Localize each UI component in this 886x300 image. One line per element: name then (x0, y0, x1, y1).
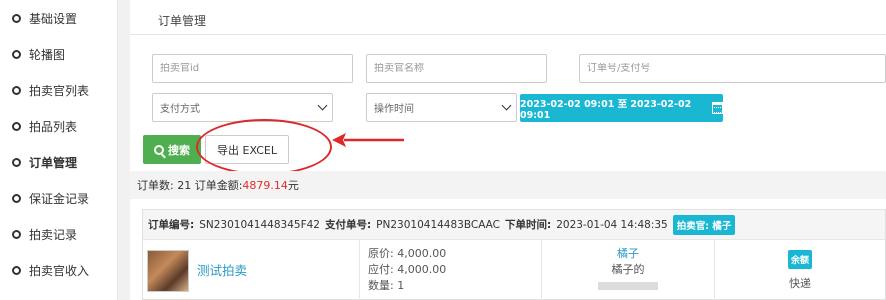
order-summary: 订单数: 21 订单金额: 4879.14 元 (130, 171, 886, 199)
date-range-button[interactable]: 2023-02-02 09:01 至 2023-02-02 09:01 (520, 94, 723, 122)
op-time-select[interactable]: 操作时间 (366, 93, 517, 122)
original-price: 原价: 4,000.00 (368, 247, 447, 260)
auctioneer-badge: 拍卖官: 橘子 (672, 214, 736, 235)
page-title: 订单管理 (158, 14, 207, 28)
main-panel: 订单管理 支付方式 操作时间 2023-02-02 09:01 至 2023-0… (130, 0, 886, 300)
search-icon (154, 144, 164, 155)
summary-amount: 4879.14 (242, 178, 288, 192)
shipping-method: 快递 (789, 277, 811, 290)
pay-no: PN23010414483BCAAC (376, 218, 500, 231)
sidebar-item-label: 订单管理 (29, 155, 78, 170)
sidebar-item-label: 拍卖官列表 (29, 83, 90, 98)
order-time-label: 下单时间: (505, 219, 552, 231)
circle-icon (12, 13, 21, 23)
sidebar-item-auction-records[interactable]: 拍卖记录 (0, 216, 118, 252)
annotation-arrow (332, 133, 404, 147)
order-number-field[interactable] (579, 54, 886, 83)
order-time: 2023-01-04 14:48:35 (556, 218, 668, 231)
circle-icon (12, 49, 21, 59)
divider (130, 34, 886, 35)
sidebar-item-basic-settings[interactable]: 基础设置 (0, 0, 118, 36)
order-no: SN2301041448345F42 (199, 218, 320, 231)
sidebar-item-lot-list[interactable]: 拍品列表 (0, 108, 118, 144)
chevron-down-icon (501, 100, 512, 111)
search-button[interactable]: 搜索 (143, 135, 201, 164)
payable-price: 应付: 4,000.00 (368, 263, 447, 276)
sidebar-item-auctioneer-list[interactable]: 拍卖官列表 (0, 72, 118, 108)
item-title-link[interactable]: 测试拍卖 (197, 260, 247, 279)
payment-badge: 余额 (787, 250, 812, 269)
auctioneer-id-field[interactable] (152, 54, 353, 83)
price-info: 原价: 4,000.00 应付: 4,000.00 数量: 1 (368, 246, 446, 294)
sidebar-item-label: 拍卖记录 (29, 227, 78, 242)
pay-method-value: 支付方式 (160, 104, 200, 115)
blurred-text (598, 282, 658, 290)
payment-info: 余额 快递 (715, 250, 885, 291)
sidebar-item-label: 保证金记录 (29, 191, 90, 206)
order-card: 订单编号: SN2301041448345F42 支付单号: PN2301041… (142, 209, 886, 300)
circle-icon (12, 85, 21, 95)
sidebar-item-label: 拍卖官收入 (29, 263, 90, 278)
auctioneer-name-field[interactable] (366, 54, 547, 83)
op-time-value: 操作时间 (374, 104, 414, 115)
pay-no-label: 支付单号: (324, 219, 372, 231)
search-button-label: 搜索 (168, 143, 190, 157)
sidebar-item-label: 轮播图 (29, 47, 66, 62)
annotation-oval (196, 119, 332, 175)
calendar-icon (711, 102, 723, 114)
circle-icon (12, 265, 21, 275)
item-thumbnail[interactable] (147, 250, 189, 292)
sidebar: 基础设置 轮播图 拍卖官列表 拍品列表 订单管理 保证金记录 拍卖记录 拍卖官收… (0, 0, 118, 300)
sidebar-item-auctioneer-income[interactable]: 拍卖官收入 (0, 252, 118, 288)
quantity: 数量: 1 (368, 279, 405, 292)
summary-prefix: 订单数: 21 订单金额: (137, 179, 243, 192)
order-no-label: 订单编号: (148, 219, 195, 231)
order-number-input[interactable] (587, 63, 885, 74)
sidebar-item-label: 基础设置 (29, 11, 78, 26)
sidebar-item-label: 拍品列表 (29, 119, 78, 134)
pay-method-select[interactable]: 支付方式 (152, 93, 333, 122)
auctioneer-id-input[interactable] (160, 63, 352, 74)
divider (359, 240, 360, 300)
date-range-label: 2023-02-02 09:01 至 2023-02-02 09:01 (520, 98, 692, 121)
buyer-subtitle: 橘子的 (611, 263, 645, 276)
buyer-name-link[interactable]: 橘子 (542, 246, 714, 262)
sidebar-item-deposit-records[interactable]: 保证金记录 (0, 180, 118, 216)
circle-icon (12, 229, 21, 239)
auctioneer-name-input[interactable] (374, 63, 546, 74)
chevron-down-icon (317, 100, 328, 111)
sidebar-item-carousel[interactable]: 轮播图 (0, 36, 118, 72)
order-header: 订单编号: SN2301041448345F42 支付单号: PN2301041… (143, 210, 885, 240)
buyer-info: 橘子 橘子的 (542, 246, 714, 295)
circle-icon (12, 157, 21, 167)
sidebar-item-order-management[interactable]: 订单管理 (0, 144, 118, 180)
summary-suffix: 元 (287, 179, 299, 192)
circle-icon (12, 121, 21, 131)
circle-icon (12, 193, 21, 203)
